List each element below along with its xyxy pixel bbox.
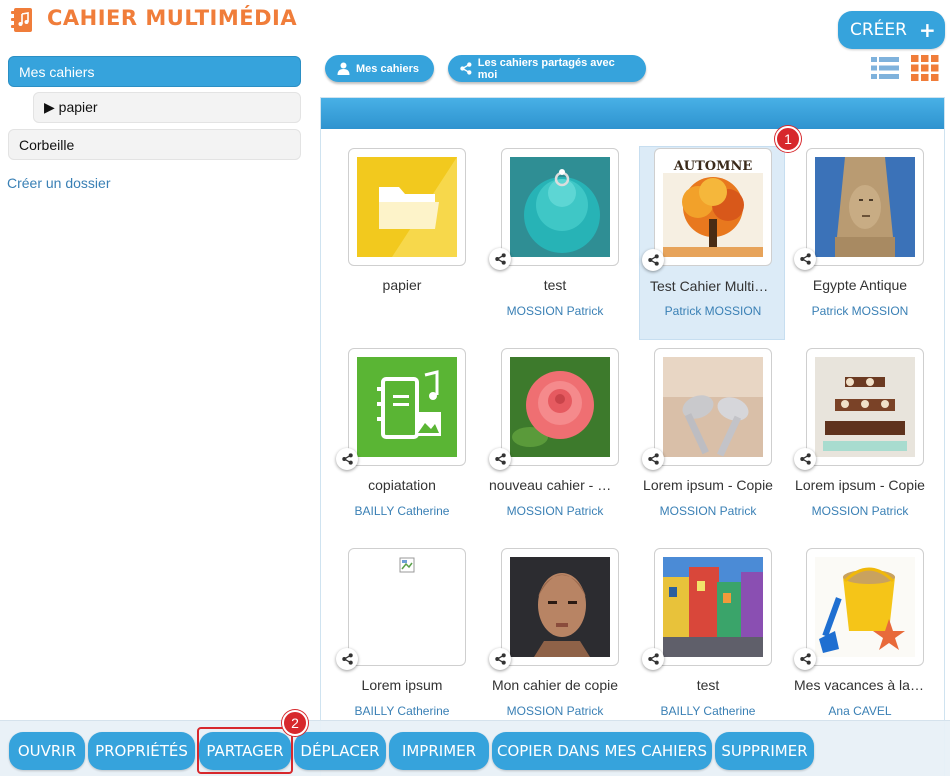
notebook-thumbnail <box>348 148 466 266</box>
notebook-title: copiatation <box>368 477 436 493</box>
notebook-logo-icon <box>11 8 32 32</box>
notebook-card[interactable]: test MOSSION Patrick <box>479 140 631 330</box>
share-icon[interactable] <box>794 248 816 270</box>
notebook-title: papier <box>382 277 422 293</box>
notebook-title: Mes vacances à la mer <box>794 677 936 693</box>
share-icon[interactable] <box>794 448 816 470</box>
notebook-title: test <box>543 277 567 293</box>
notebook-thumbnail <box>806 148 924 266</box>
notebook-title: test <box>696 677 720 693</box>
share-icon[interactable] <box>642 249 664 271</box>
step-1-marker: 1 <box>775 126 801 152</box>
notebook-thumbnail: AUTOMNE <box>654 148 772 266</box>
notebooks-panel: papier test MOSSION Patrick AUTOMNE Test… <box>320 97 945 776</box>
notebook-card[interactable]: Mon cahier de copie MOSSION Patrick <box>479 540 631 730</box>
notebook-owner: BAILLY Catherine <box>354 704 450 718</box>
broken-image-icon <box>399 557 415 573</box>
share-icon[interactable] <box>489 248 511 270</box>
rose-image <box>510 357 610 457</box>
app-title: CAHIER MULTIMÉDIA <box>47 6 298 30</box>
notebook-card[interactable]: Lorem ipsum BAILLY Catherine <box>326 540 478 730</box>
notebook-card[interactable]: Mes vacances à la mer Ana CAVEL <box>784 540 936 730</box>
nefertiti-image <box>510 557 610 657</box>
notebook-owner: Patrick MOSSION <box>811 304 909 318</box>
sidebar-item-papier[interactable]: ▶ papier <box>33 92 301 123</box>
grid-view-icon[interactable] <box>911 55 939 81</box>
folder-image <box>357 157 457 257</box>
spoons-image <box>663 357 763 457</box>
notebook-owner: BAILLY Catherine <box>660 704 756 718</box>
notebook-card[interactable]: nouveau cahier - Copie MOSSION Patrick <box>479 340 631 530</box>
share-icon[interactable] <box>489 448 511 470</box>
create-folder-link[interactable]: Créer un dossier <box>7 175 111 191</box>
notebook-owner: MOSSION Patrick <box>659 504 757 518</box>
notebook-thumbnail <box>348 548 466 666</box>
notebook-owner: MOSSION Patrick <box>506 504 604 518</box>
notebook-title: Test Cahier Multimédia <box>650 278 786 294</box>
open-button[interactable]: OUVRIR <box>9 732 85 770</box>
share-icon <box>460 62 472 75</box>
notebook-card[interactable]: test BAILLY Catherine <box>632 540 784 730</box>
colorful-houses-image <box>663 557 763 657</box>
notebook-title: Lorem ipsum <box>361 677 443 693</box>
filter-my-notebooks-button[interactable]: Mes cahiers <box>325 55 434 82</box>
share-icon[interactable] <box>336 648 358 670</box>
share-icon[interactable] <box>794 648 816 670</box>
notebook-card-selected[interactable]: AUTOMNE Test Cahier Multimédia Patrick M… <box>639 146 786 340</box>
notebook-thumbnail <box>348 348 466 466</box>
notebook-thumbnail <box>501 348 619 466</box>
panel-header <box>321 98 944 129</box>
notebook-owner: MOSSION Patrick <box>506 704 604 718</box>
list-view-icon[interactable] <box>871 56 899 80</box>
user-icon <box>337 62 350 75</box>
sphinx-image <box>815 157 915 257</box>
filter-my-notebooks-label: Mes cahiers <box>356 62 419 75</box>
notebook-thumbnail <box>501 148 619 266</box>
share-icon[interactable] <box>642 448 664 470</box>
notebook-title: Lorem ipsum - Copie <box>643 477 773 493</box>
notebook-owner: Ana CAVEL <box>828 704 892 718</box>
print-button[interactable]: IMPRIMER <box>389 732 489 770</box>
plus-icon: + <box>918 18 936 42</box>
create-label: CRÉER <box>850 20 907 40</box>
step-2-marker: 2 <box>282 710 308 736</box>
create-button[interactable]: CRÉER + <box>838 11 945 49</box>
sidebar-item-mes-cahiers[interactable]: Mes cahiers <box>8 56 301 87</box>
notebook-thumbnail <box>654 548 772 666</box>
sidebar-item-corbeille[interactable]: Corbeille <box>8 129 301 160</box>
notebook-thumbnail <box>806 348 924 466</box>
filter-shared-notebooks-label: Les cahiers partagés avec moi <box>477 56 615 81</box>
share-icon[interactable] <box>642 648 664 670</box>
sand-bucket-image <box>815 557 915 657</box>
notebook-music-image <box>357 357 457 457</box>
notebook-title: Egypte Antique <box>812 277 908 293</box>
notebook-title: Lorem ipsum - Copie <box>795 477 925 493</box>
autumn-tree-image: AUTOMNE <box>663 157 763 257</box>
delete-button[interactable]: SUPPRIMER <box>715 732 814 770</box>
cupcake-ring-image <box>510 157 610 257</box>
notebook-owner: MOSSION Patrick <box>506 304 604 318</box>
copy-to-my-notebooks-button[interactable]: COPIER DANS MES CAHIERS <box>492 732 712 770</box>
notebook-card[interactable]: Lorem ipsum - Copie MOSSION Patrick <box>784 340 936 530</box>
cupcake-tower-image <box>815 357 915 457</box>
svg-text:AUTOMNE: AUTOMNE <box>673 159 753 174</box>
share-icon[interactable] <box>489 648 511 670</box>
notebook-thumbnail <box>806 548 924 666</box>
notebook-thumbnail <box>501 548 619 666</box>
notebook-thumbnail <box>654 348 772 466</box>
notebook-title: Mon cahier de copie <box>491 677 619 693</box>
notebook-card[interactable]: copiatation BAILLY Catherine <box>326 340 478 530</box>
notebook-card[interactable]: Egypte Antique Patrick MOSSION <box>784 140 936 330</box>
notebook-owner: MOSSION Patrick <box>811 504 909 518</box>
share-icon[interactable] <box>336 448 358 470</box>
notebook-card[interactable]: papier <box>326 140 478 330</box>
notebook-owner: BAILLY Catherine <box>354 504 450 518</box>
notebook-card[interactable]: Lorem ipsum - Copie MOSSION Patrick <box>632 340 784 530</box>
share-button-highlight <box>197 727 293 774</box>
properties-button[interactable]: PROPRIÉTÉS <box>88 732 195 770</box>
notebook-owner: Patrick MOSSION <box>664 304 762 318</box>
move-button[interactable]: DÉPLACER <box>294 732 386 770</box>
notebook-title: nouveau cahier - Copie <box>489 477 631 493</box>
filter-shared-notebooks-button[interactable]: Les cahiers partagés avec moi <box>448 55 646 82</box>
